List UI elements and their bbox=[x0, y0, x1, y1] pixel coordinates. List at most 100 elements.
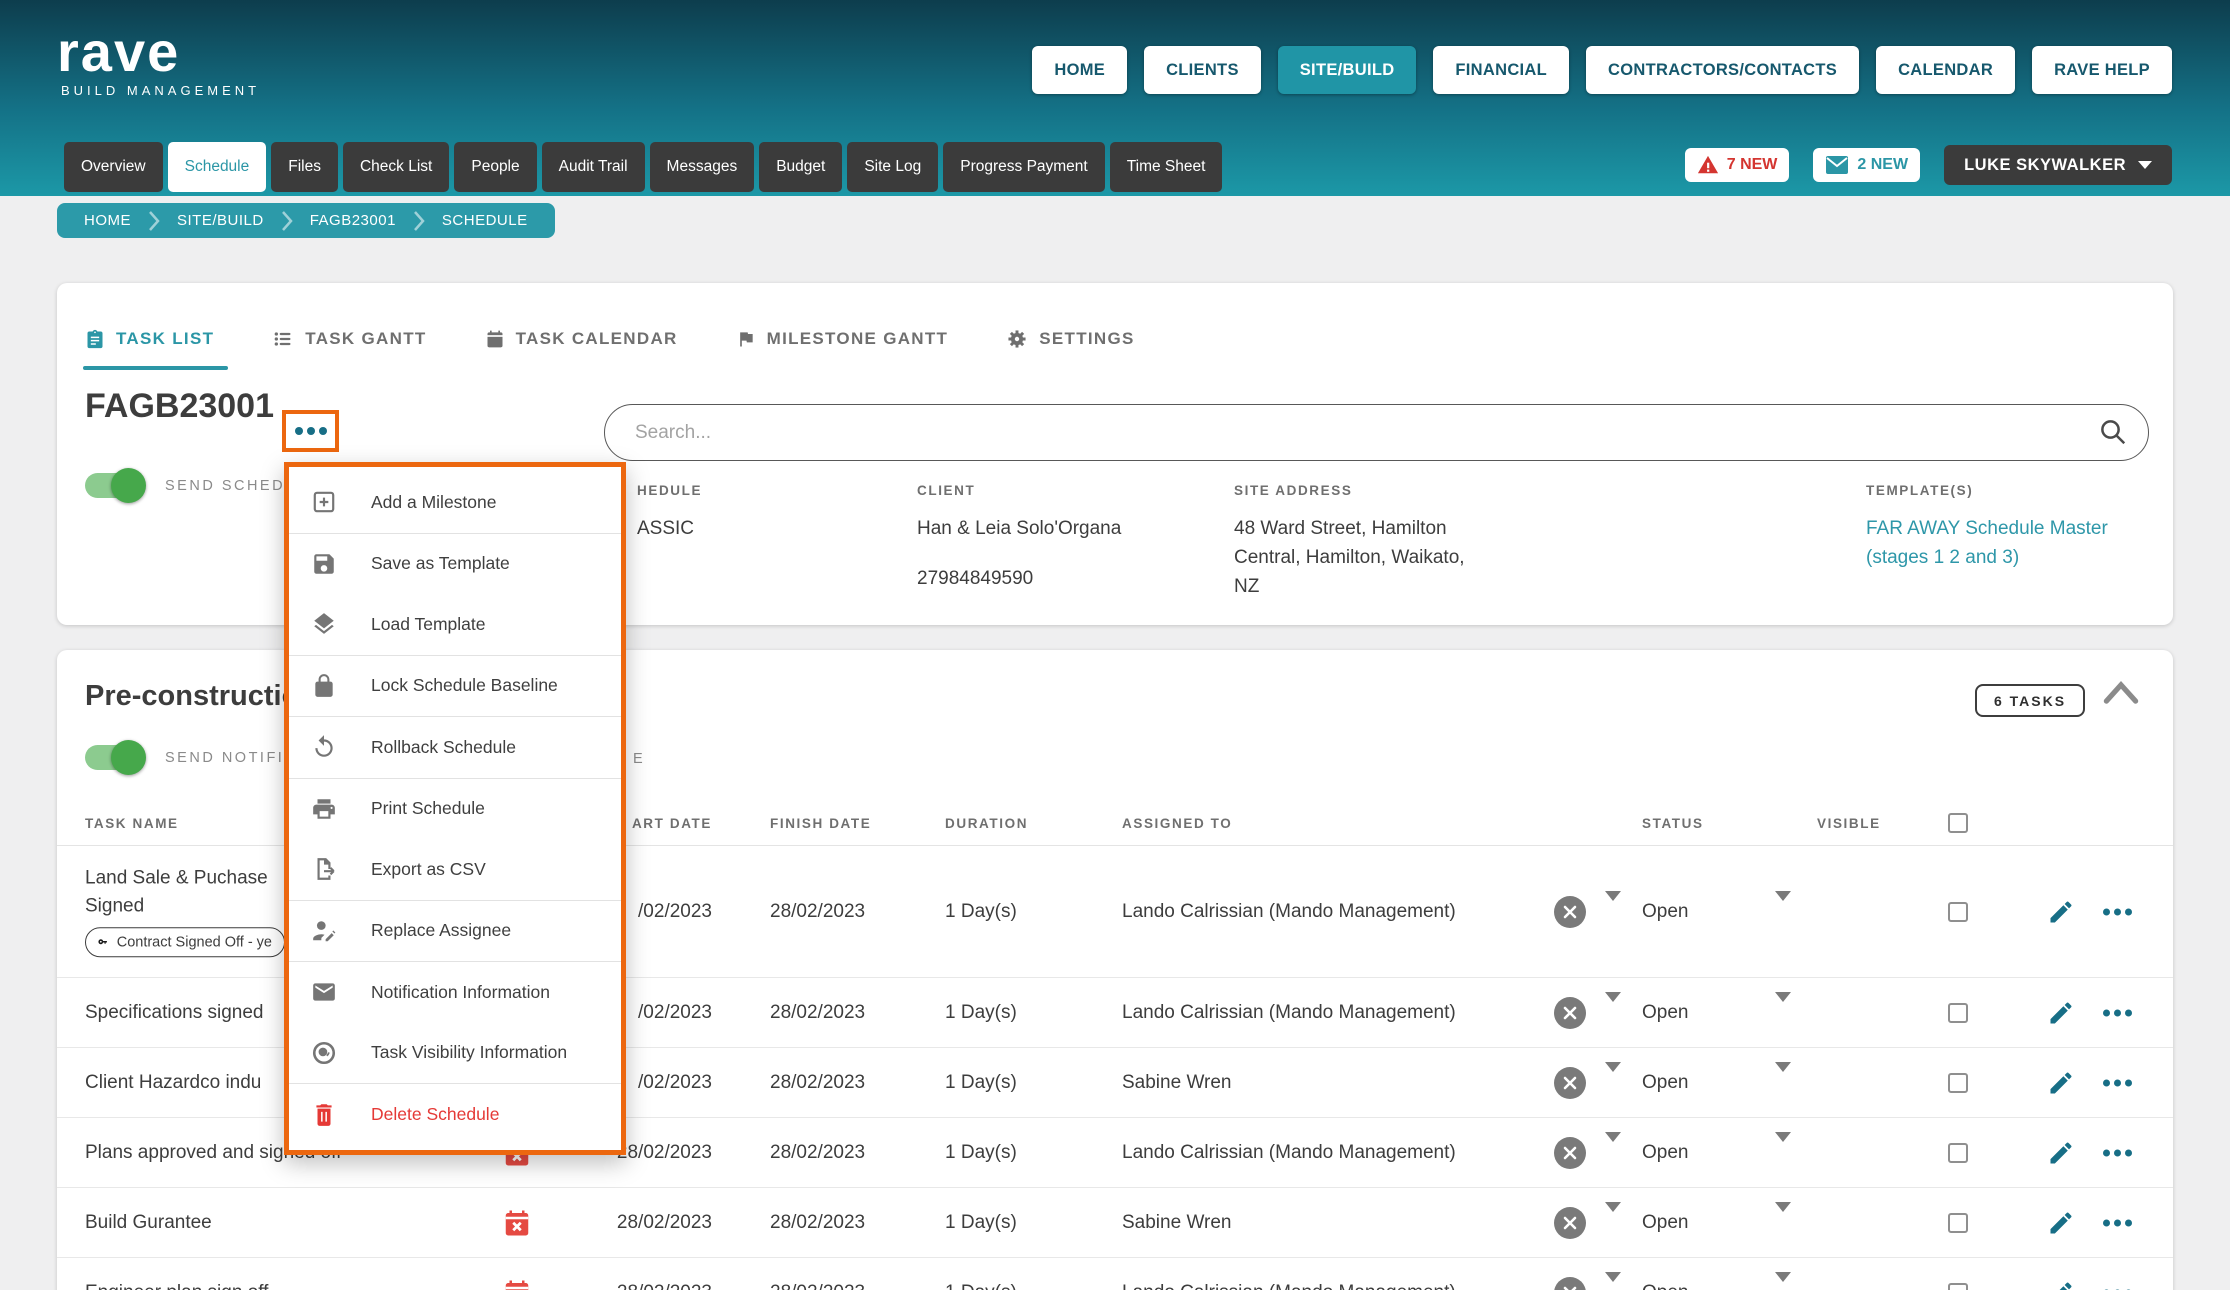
undo-icon bbox=[311, 734, 337, 760]
nav-home-button[interactable]: HOME bbox=[1032, 46, 1127, 94]
header-select-all-checkbox[interactable] bbox=[1948, 813, 1968, 833]
nav-clients-button[interactable]: CLIENTS bbox=[1144, 46, 1261, 94]
nav-rave-help-button[interactable]: RAVE HELP bbox=[2032, 46, 2172, 94]
edit-pencil-icon[interactable] bbox=[2047, 897, 2075, 927]
clear-assignee-button[interactable] bbox=[1554, 997, 1586, 1029]
visible-checkbox[interactable] bbox=[1948, 1283, 1968, 1290]
edit-pencil-icon[interactable] bbox=[2047, 1208, 2075, 1238]
visible-checkbox[interactable] bbox=[1948, 1213, 1968, 1233]
visible-checkbox[interactable] bbox=[1948, 1143, 1968, 1163]
clear-assignee-button[interactable] bbox=[1554, 1207, 1586, 1239]
menu-delete-schedule[interactable]: Delete Schedule bbox=[289, 1084, 621, 1145]
status-value[interactable]: Open bbox=[1642, 1212, 1688, 1234]
visible-checkbox[interactable] bbox=[1948, 1003, 1968, 1023]
user-menu-button[interactable]: LUKE SKYWALKER bbox=[1944, 145, 2172, 185]
visible-checkbox[interactable] bbox=[1948, 902, 1968, 922]
status-dropdown-caret[interactable] bbox=[1775, 901, 1791, 923]
menu-add-milestone[interactable]: Add a Milestone bbox=[289, 472, 621, 533]
status-value[interactable]: Open bbox=[1642, 1072, 1688, 1094]
row-menu-button[interactable] bbox=[2103, 908, 2132, 915]
assigned-to: Sabine Wren bbox=[1122, 1072, 1232, 1094]
row-menu-button[interactable] bbox=[2103, 1009, 2132, 1016]
nav-calendar-button[interactable]: CALENDAR bbox=[1876, 46, 2015, 94]
assignee-dropdown-caret[interactable] bbox=[1605, 1212, 1621, 1234]
tab-audit-trail[interactable]: Audit Trail bbox=[542, 142, 645, 192]
status-value[interactable]: Open bbox=[1642, 1282, 1688, 1290]
tab-settings[interactable]: SETTINGS bbox=[1006, 328, 1134, 350]
row-menu-button[interactable] bbox=[2103, 1219, 2132, 1226]
row-menu-button[interactable] bbox=[2103, 1079, 2132, 1086]
tab-time-sheet[interactable]: Time Sheet bbox=[1110, 142, 1223, 192]
breadcrumb-home[interactable]: HOME bbox=[67, 212, 148, 229]
tab-check-list[interactable]: Check List bbox=[343, 142, 449, 192]
tab-budget[interactable]: Budget bbox=[759, 142, 842, 192]
breadcrumb-project[interactable]: FAGB23001 bbox=[293, 212, 413, 229]
menu-replace-assignee[interactable]: Replace Assignee bbox=[289, 901, 621, 962]
status-dropdown-caret[interactable] bbox=[1775, 1072, 1791, 1094]
tab-schedule[interactable]: Schedule bbox=[168, 142, 267, 192]
clear-assignee-button[interactable] bbox=[1554, 896, 1586, 928]
menu-print-schedule[interactable]: Print Schedule bbox=[289, 779, 621, 840]
alerts-badge[interactable]: 7 NEW bbox=[1685, 148, 1790, 182]
schedule-options-button[interactable] bbox=[282, 410, 339, 452]
assignee-dropdown-caret[interactable] bbox=[1605, 1072, 1621, 1094]
menu-rollback-schedule[interactable]: Rollback Schedule bbox=[289, 717, 621, 778]
menu-save-as-template[interactable]: Save as Template bbox=[289, 534, 621, 595]
send-notification-toggle[interactable] bbox=[85, 745, 143, 770]
edit-pencil-icon[interactable] bbox=[2047, 1138, 2075, 1168]
template-link[interactable]: FAR AWAY Schedule Master (stages 1 2 and… bbox=[1866, 514, 2108, 572]
menu-notification-information[interactable]: Notification Information bbox=[289, 962, 621, 1023]
tab-messages[interactable]: Messages bbox=[650, 142, 755, 192]
visible-cell bbox=[1948, 1143, 1968, 1163]
status-dropdown-caret[interactable] bbox=[1775, 1142, 1791, 1164]
nav-financial-button[interactable]: FINANCIAL bbox=[1433, 46, 1569, 94]
menu-task-visibility-information[interactable]: Task Visibility Information bbox=[289, 1023, 621, 1084]
tab-task-list[interactable]: TASK LIST bbox=[85, 328, 214, 350]
tab-files[interactable]: Files bbox=[271, 142, 338, 192]
tab-milestone-gantt[interactable]: MILESTONE GANTT bbox=[736, 328, 949, 350]
site-address-column: SITE ADDRESS 48 Ward Street, Hamilton Ce… bbox=[1234, 483, 1465, 601]
tab-site-log[interactable]: Site Log bbox=[847, 142, 938, 192]
tab-people[interactable]: People bbox=[454, 142, 536, 192]
status-dropdown-caret[interactable] bbox=[1775, 1282, 1791, 1290]
visible-checkbox[interactable] bbox=[1948, 1073, 1968, 1093]
status-value[interactable]: Open bbox=[1642, 1142, 1688, 1164]
row-menu-button[interactable] bbox=[2103, 1149, 2132, 1156]
clear-assignee-button[interactable] bbox=[1554, 1277, 1586, 1290]
tab-overview[interactable]: Overview bbox=[64, 142, 163, 192]
site-address-label: SITE ADDRESS bbox=[1234, 483, 1465, 498]
tab-progress-payment[interactable]: Progress Payment bbox=[943, 142, 1105, 192]
edit-pencil-icon[interactable] bbox=[2047, 1278, 2075, 1290]
menu-export-as-csv[interactable]: Export as CSV bbox=[289, 839, 621, 900]
clear-assignee-button[interactable] bbox=[1554, 1137, 1586, 1169]
edit-pencil-icon[interactable] bbox=[2047, 1068, 2075, 1098]
status-dropdown-caret[interactable] bbox=[1775, 1212, 1791, 1234]
status-value[interactable]: Open bbox=[1642, 1002, 1688, 1024]
messages-badge[interactable]: 2 NEW bbox=[1813, 148, 1920, 182]
menu-load-template[interactable]: Load Template bbox=[289, 594, 621, 655]
status-value[interactable]: Open bbox=[1642, 901, 1688, 923]
clear-assignee-button[interactable] bbox=[1554, 1067, 1586, 1099]
table-row: Build Gurantee 28/02/2023 28/02/2023 1 D… bbox=[57, 1188, 2173, 1258]
nav-contractors-contacts-button[interactable]: CONTRACTORS/CONTACTS bbox=[1586, 46, 1859, 94]
search-input[interactable] bbox=[605, 405, 2148, 460]
status-dropdown-caret[interactable] bbox=[1775, 1002, 1791, 1024]
send-schedule-toggle[interactable] bbox=[85, 473, 143, 498]
task-count-button[interactable]: 6 TASKS bbox=[1975, 684, 2085, 717]
finish-date: 28/02/2023 bbox=[770, 1072, 865, 1094]
tab-task-calendar[interactable]: TASK CALENDAR bbox=[485, 328, 678, 350]
tab-task-list-label: TASK LIST bbox=[116, 329, 214, 349]
assigned-to: Lando Calrissian (Mando Management) bbox=[1122, 1142, 1456, 1164]
edit-pencil-icon[interactable] bbox=[2047, 998, 2075, 1028]
tab-task-gantt[interactable]: TASK GANTT bbox=[272, 328, 426, 350]
menu-lock-schedule-baseline[interactable]: Lock Schedule Baseline bbox=[289, 656, 621, 717]
assignee-dropdown-caret[interactable] bbox=[1605, 1282, 1621, 1290]
collapse-chevron-up-icon[interactable] bbox=[2101, 680, 2141, 706]
nav-site-build-button[interactable]: SITE/BUILD bbox=[1278, 46, 1417, 94]
breadcrumb-site-build[interactable]: SITE/BUILD bbox=[160, 212, 281, 229]
assignee-dropdown-caret[interactable] bbox=[1605, 1142, 1621, 1164]
calendar-icon bbox=[485, 328, 505, 350]
assignee-dropdown-caret[interactable] bbox=[1605, 901, 1621, 923]
assignee-dropdown-caret[interactable] bbox=[1605, 1002, 1621, 1024]
breadcrumb-schedule[interactable]: SCHEDULE bbox=[425, 212, 545, 229]
